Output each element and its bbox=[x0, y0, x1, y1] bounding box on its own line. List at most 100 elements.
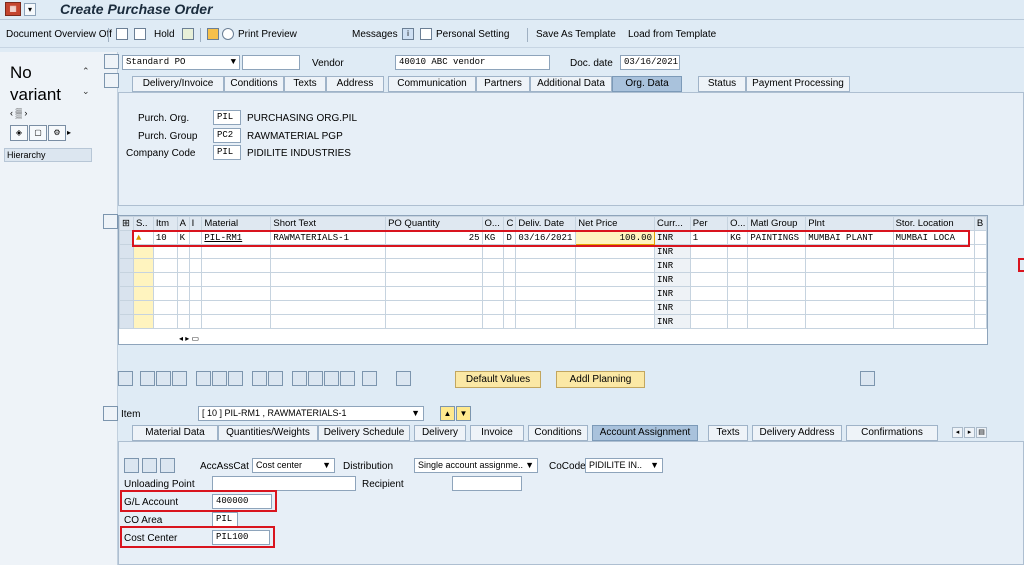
checkbox[interactable] bbox=[973, 272, 987, 287]
vendor-field[interactable]: 40010 ABC vendor bbox=[395, 55, 550, 70]
horizontal-scroll-arrows[interactable]: ◂ ▸ ▭ bbox=[179, 334, 199, 343]
tab-payment-processing[interactable]: Payment Processing bbox=[746, 76, 850, 92]
acct-assign-cat[interactable] bbox=[176, 300, 190, 315]
column-header[interactable]: C bbox=[503, 216, 517, 231]
chevron-up-icon[interactable]: ⌃ bbox=[82, 66, 90, 77]
layout-icon[interactable]: ▢ bbox=[29, 125, 47, 141]
po-quantity[interactable] bbox=[385, 272, 483, 287]
column-header[interactable]: Material bbox=[201, 216, 272, 231]
storage-location[interactable] bbox=[892, 258, 975, 273]
net-price[interactable] bbox=[575, 286, 655, 301]
checkbox[interactable] bbox=[973, 244, 987, 259]
hold-button[interactable]: Hold bbox=[154, 29, 175, 40]
edit-icon[interactable] bbox=[142, 458, 157, 473]
price-unit[interactable] bbox=[689, 272, 729, 287]
item-number[interactable] bbox=[152, 286, 178, 301]
purch-group-code[interactable]: PC2 bbox=[213, 128, 241, 143]
tab-account-assignment[interactable]: Account Assignment bbox=[592, 425, 698, 441]
storage-location[interactable] bbox=[892, 314, 975, 329]
row-selector[interactable] bbox=[119, 300, 134, 315]
default-values-button[interactable]: Default Values bbox=[455, 371, 541, 388]
chevron-down-icon[interactable]: ⌄ bbox=[82, 86, 90, 97]
unloading-point-field[interactable] bbox=[212, 476, 356, 491]
column-header[interactable]: Net Price bbox=[575, 216, 655, 231]
column-header[interactable]: I bbox=[188, 216, 203, 231]
tab-material-data[interactable]: Material Data bbox=[132, 425, 218, 441]
checkbox[interactable] bbox=[973, 258, 987, 273]
column-header[interactable]: Stor. Location bbox=[892, 216, 975, 231]
date-category[interactable] bbox=[503, 258, 517, 273]
table-row[interactable]: INR bbox=[119, 258, 987, 273]
material-group[interactable] bbox=[747, 300, 807, 315]
messages-button[interactable]: Messages bbox=[352, 29, 398, 40]
po-quantity[interactable] bbox=[385, 258, 483, 273]
short-text[interactable] bbox=[270, 300, 387, 315]
order-unit[interactable] bbox=[481, 258, 505, 273]
material-cell[interactable] bbox=[201, 300, 272, 315]
storage-location[interactable] bbox=[892, 272, 975, 287]
column-select-icon[interactable]: ⊞ bbox=[119, 216, 134, 231]
order-unit[interactable] bbox=[481, 286, 505, 301]
select-all-icon[interactable] bbox=[140, 371, 155, 386]
copy-icon[interactable] bbox=[172, 371, 187, 386]
table-row[interactable]: INR bbox=[119, 314, 987, 329]
tab-invoice[interactable]: Invoice bbox=[470, 425, 524, 441]
order-unit[interactable] bbox=[481, 314, 505, 329]
order-price-unit[interactable] bbox=[727, 258, 749, 273]
plant[interactable] bbox=[805, 258, 894, 273]
date-category[interactable] bbox=[503, 272, 517, 287]
item-category[interactable] bbox=[188, 258, 203, 273]
table-row[interactable]: INR bbox=[119, 300, 987, 315]
item-category[interactable] bbox=[188, 286, 203, 301]
item-number[interactable] bbox=[152, 272, 178, 287]
tab-conditions[interactable]: Conditions bbox=[528, 425, 588, 441]
material-group[interactable] bbox=[747, 314, 807, 329]
document-number-field[interactable] bbox=[242, 55, 300, 70]
next-item-icon[interactable]: ▼ bbox=[456, 406, 471, 421]
date-category[interactable] bbox=[503, 300, 517, 315]
purch-org-code[interactable]: PIL bbox=[213, 110, 241, 125]
system-menu-icon[interactable]: ▦ bbox=[5, 2, 21, 16]
save-as-template-button[interactable]: Save As Template bbox=[536, 29, 616, 40]
price-unit[interactable] bbox=[689, 286, 729, 301]
expand-header-icon[interactable] bbox=[104, 73, 119, 88]
nav-scroll-arrows[interactable]: ‹ ▒ › bbox=[10, 108, 70, 118]
order-unit[interactable] bbox=[481, 272, 505, 287]
column-header[interactable]: PO Quantity bbox=[385, 216, 483, 231]
column-header[interactable]: O... bbox=[727, 216, 749, 231]
tab-org-data[interactable]: Org. Data bbox=[612, 76, 682, 92]
document-overview-button[interactable]: Document Overview Off bbox=[6, 29, 112, 40]
short-text[interactable] bbox=[270, 286, 387, 301]
net-price[interactable] bbox=[575, 272, 655, 287]
item-selector[interactable]: [ 10 ] PIL-RM1 , RAWMATERIALS-1 ▼ bbox=[198, 406, 424, 421]
row-selector[interactable] bbox=[119, 286, 134, 301]
addl-planning-button[interactable]: Addl Planning bbox=[556, 371, 645, 388]
column-header[interactable]: A bbox=[176, 216, 190, 231]
tab-additional-data[interactable]: Additional Data bbox=[530, 76, 612, 92]
plant[interactable] bbox=[805, 300, 894, 315]
item-number[interactable] bbox=[152, 258, 178, 273]
price-unit[interactable] bbox=[689, 300, 729, 315]
item-category[interactable] bbox=[188, 300, 203, 315]
deselect-icon[interactable] bbox=[156, 371, 171, 386]
multiple-account-icon[interactable] bbox=[124, 458, 139, 473]
expand-items-icon[interactable] bbox=[103, 214, 118, 229]
order-price-unit[interactable] bbox=[727, 314, 749, 329]
short-text[interactable] bbox=[270, 272, 387, 287]
tab-conditions[interactable]: Conditions bbox=[224, 76, 284, 92]
tab-address[interactable]: Address bbox=[326, 76, 384, 92]
checkbox[interactable] bbox=[973, 314, 987, 329]
table-settings-icon[interactable] bbox=[268, 371, 283, 386]
tab-delivery-schedule[interactable]: Delivery Schedule bbox=[318, 425, 410, 441]
sum-icon[interactable] bbox=[340, 371, 355, 386]
material-cell[interactable] bbox=[201, 314, 272, 329]
tab-scroll-right-icon[interactable]: ▸ bbox=[964, 427, 975, 438]
date-category[interactable] bbox=[503, 286, 517, 301]
details-icon[interactable] bbox=[118, 371, 133, 386]
order-price-unit[interactable] bbox=[727, 286, 749, 301]
sort-descending-icon[interactable] bbox=[308, 371, 323, 386]
tab-communication[interactable]: Communication bbox=[388, 76, 476, 92]
delivery-date[interactable] bbox=[515, 314, 577, 329]
personal-setting-button[interactable]: Personal Setting bbox=[436, 29, 509, 40]
settings-icon[interactable]: ⚙ bbox=[48, 125, 66, 141]
